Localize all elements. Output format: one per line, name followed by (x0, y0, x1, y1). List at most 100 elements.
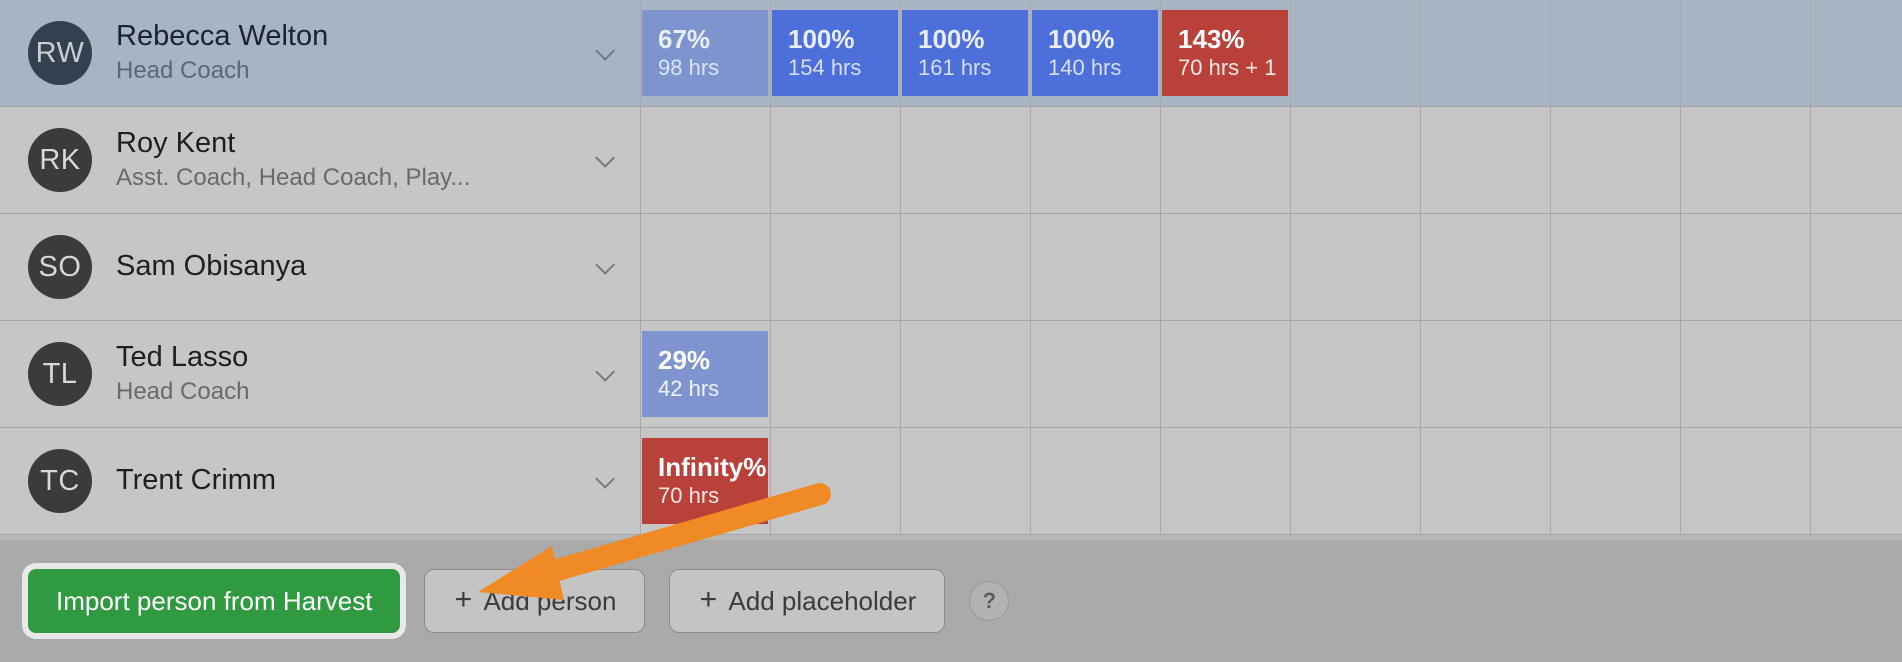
expand-toggle[interactable] (590, 361, 616, 387)
person-row[interactable]: SO Sam Obisanya (0, 214, 1902, 321)
add-person-label: Add person (483, 586, 616, 617)
grid-cell[interactable] (1160, 428, 1290, 534)
grid-cell[interactable] (900, 321, 1030, 427)
person-cell[interactable]: TL Ted LassoHead Coach (0, 321, 640, 427)
grid-cell[interactable] (1680, 107, 1810, 213)
avatar: SO (28, 235, 92, 299)
grid-cell[interactable] (900, 428, 1030, 534)
grid-cell[interactable] (1680, 214, 1810, 320)
grid-cell[interactable] (1680, 0, 1810, 106)
person-row[interactable]: TL Ted LassoHead Coach 29%42 hrs (0, 321, 1902, 428)
person-cell[interactable]: SO Sam Obisanya (0, 214, 640, 320)
grid-cell[interactable] (1550, 214, 1680, 320)
person-row[interactable]: RKRoy KentAsst. Coach, Head Coach, Play.… (0, 107, 1902, 214)
grid-cell[interactable] (1550, 321, 1680, 427)
grid-cell[interactable] (1160, 214, 1290, 320)
add-placeholder-label: Add placeholder (728, 586, 916, 617)
person-name: Rebecca Welton (116, 20, 328, 53)
allocation-block[interactable]: Infinity%70 hrs (642, 438, 768, 524)
allocation-grid (640, 107, 1902, 213)
grid-cell[interactable] (1420, 107, 1550, 213)
grid-cell[interactable] (900, 107, 1030, 213)
allocation-block[interactable]: 29%42 hrs (642, 331, 768, 417)
grid-cell[interactable] (1810, 107, 1902, 213)
allocation-hours: 161 hrs (918, 54, 1012, 82)
allocation-percent: 100% (1048, 25, 1142, 54)
allocation-hours: 154 hrs (788, 54, 882, 82)
grid-cell[interactable] (1030, 321, 1160, 427)
allocation-percent: 29% (658, 346, 752, 375)
avatar: TL (28, 342, 92, 406)
grid-cell[interactable] (770, 321, 900, 427)
avatar: RK (28, 128, 92, 192)
grid-cell[interactable] (1290, 0, 1420, 106)
import-person-button[interactable]: Import person from Harvest (28, 569, 400, 633)
person-row[interactable]: TCTrent CrimmInfinity%70 hrs (0, 428, 1902, 535)
person-cell[interactable]: RKRoy KentAsst. Coach, Head Coach, Play.… (0, 107, 640, 213)
grid-cell[interactable] (640, 107, 770, 213)
allocation-grid: 29%42 hrs (640, 321, 1902, 427)
help-button[interactable]: ? (969, 581, 1009, 621)
grid-cell[interactable] (1030, 428, 1160, 534)
help-icon: ? (983, 588, 996, 614)
grid-cell[interactable] (1420, 321, 1550, 427)
person-cell[interactable]: TCTrent Crimm (0, 428, 640, 534)
allocation-percent: 143% (1178, 25, 1272, 54)
expand-toggle[interactable] (590, 40, 616, 66)
grid-cell[interactable] (770, 214, 900, 320)
add-person-button[interactable]: + Add person (424, 569, 645, 633)
chevron-down-icon (596, 367, 610, 381)
allocation-hours: 42 hrs (658, 375, 752, 403)
grid-cell[interactable] (1420, 428, 1550, 534)
grid-cell[interactable] (1420, 0, 1550, 106)
grid-cell[interactable] (1290, 321, 1420, 427)
allocation-block[interactable]: 100%140 hrs (1032, 10, 1158, 96)
grid-cell[interactable] (1290, 214, 1420, 320)
grid-cell[interactable] (1810, 214, 1902, 320)
person-name: Sam Obisanya (116, 250, 306, 283)
chevron-down-icon (596, 260, 610, 274)
grid-cell[interactable] (1160, 107, 1290, 213)
grid-cell[interactable] (1160, 321, 1290, 427)
allocation-percent: 67% (658, 25, 752, 54)
allocation-percent: 100% (788, 25, 882, 54)
chevron-down-icon (596, 46, 610, 60)
add-placeholder-button[interactable]: + Add placeholder (669, 569, 945, 633)
allocation-grid: 67%98 hrs100%154 hrs100%161 hrs100%140 h… (640, 0, 1902, 106)
expand-toggle[interactable] (590, 254, 616, 280)
allocation-block[interactable]: 100%154 hrs (772, 10, 898, 96)
grid-cell[interactable] (1030, 214, 1160, 320)
grid-cell[interactable] (1550, 428, 1680, 534)
allocation-block[interactable]: 100%161 hrs (902, 10, 1028, 96)
grid-cell[interactable] (640, 214, 770, 320)
footer-toolbar: Import person from Harvest + Add person … (0, 540, 1902, 662)
expand-toggle[interactable] (590, 147, 616, 173)
grid-cell[interactable] (1550, 107, 1680, 213)
grid-cell[interactable] (1680, 428, 1810, 534)
grid-cell[interactable] (1420, 214, 1550, 320)
grid-cell[interactable] (1290, 107, 1420, 213)
allocation-block[interactable]: 143%70 hrs + 1 (1162, 10, 1288, 96)
allocation-block[interactable]: 67%98 hrs (642, 10, 768, 96)
chevron-down-icon (596, 153, 610, 167)
grid-cell[interactable] (1810, 0, 1902, 106)
grid-cell[interactable] (1030, 107, 1160, 213)
grid-cell[interactable] (1810, 321, 1902, 427)
import-person-label: Import person from Harvest (56, 586, 372, 617)
grid-cell[interactable] (1680, 321, 1810, 427)
grid-cell[interactable] (770, 428, 900, 534)
grid-cell[interactable] (770, 107, 900, 213)
person-name-block: Ted LassoHead Coach (116, 341, 249, 408)
grid-cell[interactable] (900, 214, 1030, 320)
allocation-percent: Infinity% (658, 453, 752, 482)
grid-cell[interactable] (1290, 428, 1420, 534)
allocation-hours: 98 hrs (658, 54, 752, 82)
grid-cell[interactable] (1810, 428, 1902, 534)
allocation-hours: 70 hrs + 1 (1178, 54, 1272, 82)
person-cell[interactable]: RWRebecca WeltonHead Coach (0, 0, 640, 106)
person-row[interactable]: RWRebecca WeltonHead Coach67%98 hrs100%1… (0, 0, 1902, 107)
grid-cell[interactable] (1550, 0, 1680, 106)
expand-toggle[interactable] (590, 468, 616, 494)
person-name-block: Trent Crimm (116, 464, 276, 497)
allocation-hours: 70 hrs (658, 482, 752, 510)
